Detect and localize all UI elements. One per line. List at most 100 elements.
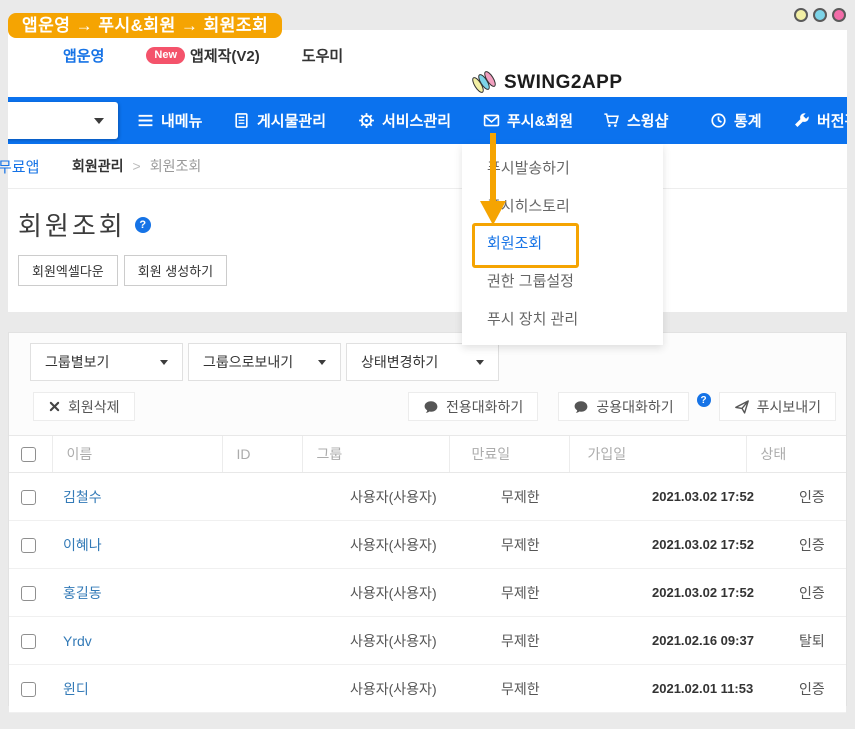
breadcrumb-separator: >: [133, 158, 141, 174]
cart-icon: [603, 112, 620, 129]
nav-item-service-manage[interactable]: 서비스관리: [358, 97, 451, 144]
cell-id: [222, 665, 302, 713]
header-link-app-manage[interactable]: 앱운영: [63, 45, 104, 66]
cell-group: 사용자(사용자): [302, 473, 449, 521]
member-excel-download-button[interactable]: 회원엑셀다운: [18, 255, 118, 286]
table-row: 김철수사용자(사용자)무제한2021.03.02 17:52인증: [9, 473, 846, 521]
member-name-link[interactable]: Yrdv: [63, 633, 92, 649]
cell-id: [222, 617, 302, 665]
row-checkbox[interactable]: [21, 490, 36, 505]
nav-item-label: 푸시&회원: [507, 110, 573, 131]
table-header-row: 이름 ID 그룹 만료일 가입일 상태: [9, 436, 846, 473]
document-icon: [233, 112, 250, 129]
swing2app-logo[interactable]: SWING2APP: [469, 70, 623, 96]
column-header-joined: 가입일: [569, 436, 746, 473]
private-chat-button[interactable]: 전용대화하기: [408, 392, 538, 421]
breadcrumb: 무료앱 회원관리 > 회원조회: [8, 144, 847, 189]
guide-path-badge: 앱운영 → 푸시&회원 → 회원조회: [8, 13, 282, 38]
menu-item-member-lookup[interactable]: 회원조회: [462, 234, 663, 254]
cell-status: 인증: [746, 665, 846, 713]
cell-id: [222, 473, 302, 521]
help-icon[interactable]: ?: [697, 393, 711, 407]
cell-id: [222, 569, 302, 617]
member-name-link[interactable]: 김철수: [63, 489, 102, 505]
window-dot-pink[interactable]: [832, 8, 846, 22]
header-link-app-build[interactable]: New 앱제작(V2): [146, 45, 259, 66]
main-navbar: 내메뉴 게시물관리 서비스관리 푸시&회원 스윙샵 통계 버전관리: [8, 97, 847, 144]
select-group-send[interactable]: 그룹으로보내기: [188, 343, 341, 381]
nav-item-label: 버전관리: [817, 110, 847, 131]
paper-plane-icon: [734, 399, 750, 415]
nav-item-label: 스윙샵: [627, 110, 668, 131]
header-link-app-build-label: 앱제작(V2): [190, 45, 260, 66]
breadcrumb-app-name[interactable]: 무료앱: [0, 156, 39, 177]
top-header: 앱운영 New 앱제작(V2) 도우미 SWING2APP: [8, 30, 847, 97]
member-list-panel: 그룹별보기 그룹으로보내기 상태변경하기 회원삭제 전용대화하기: [8, 332, 847, 706]
swing2app-feather-icon: [469, 70, 501, 96]
cell-id: [222, 521, 302, 569]
cell-joined: 2021.03.02 17:52: [569, 473, 746, 521]
app-select[interactable]: [8, 102, 118, 139]
row-checkbox[interactable]: [21, 538, 36, 553]
header-links: 앱운영 New 앱제작(V2) 도우미: [63, 45, 343, 66]
nav-item-version-manage[interactable]: 버전관리: [793, 97, 847, 144]
push-send-button[interactable]: 푸시보내기: [719, 392, 836, 421]
nav-item-swing-shop[interactable]: 스윙샵: [603, 97, 668, 144]
column-header-id: ID: [222, 436, 302, 473]
nav-item-push-member[interactable]: 푸시&회원: [483, 97, 573, 144]
chevron-down-icon: [94, 118, 104, 124]
member-name-link[interactable]: 윈디: [63, 681, 89, 697]
menu-item-push-history[interactable]: 푸시히스토리: [462, 197, 663, 217]
window-dot-cyan[interactable]: [813, 8, 827, 22]
mail-icon: [483, 112, 500, 129]
cell-status: 인증: [746, 569, 846, 617]
push-member-dropdown-menu: 푸시발송하기푸시히스토리회원조회권한 그룹설정푸시 장치 관리: [462, 144, 663, 345]
nav-item-my-menu[interactable]: 내메뉴: [137, 97, 202, 144]
column-header-name: 이름: [52, 436, 222, 473]
public-chat-button[interactable]: 공용대화하기: [558, 392, 688, 421]
member-delete-button[interactable]: 회원삭제: [33, 392, 135, 421]
menu-item-permission-group[interactable]: 권한 그룹설정: [462, 272, 663, 292]
cell-group: 사용자(사용자): [302, 617, 449, 665]
screenshot-root: 앱운영 New 앱제작(V2) 도우미 SWING2APP 내메뉴 게시물관리 서비…: [0, 0, 855, 729]
nav-item-label: 게시물관리: [257, 110, 326, 131]
help-icon[interactable]: ?: [135, 217, 151, 233]
select-group-view[interactable]: 그룹별보기: [30, 343, 183, 381]
select-all-checkbox[interactable]: [21, 447, 36, 462]
row-checkbox[interactable]: [21, 634, 36, 649]
breadcrumb-page: 회원조회: [150, 156, 202, 176]
chevron-down-icon: [318, 360, 326, 365]
column-header-status: 상태: [746, 436, 846, 473]
gear-icon: [358, 112, 375, 129]
select-value: 그룹으로보내기: [203, 352, 293, 372]
nav-item-stats[interactable]: 통계: [710, 97, 762, 144]
clock-icon: [710, 112, 727, 129]
row-checkbox[interactable]: [21, 586, 36, 601]
member-create-button[interactable]: 회원 생성하기: [124, 255, 227, 286]
cell-expire: 무제한: [449, 665, 569, 713]
breadcrumb-section: 회원관리: [72, 156, 124, 176]
select-status-change[interactable]: 상태변경하기: [346, 343, 499, 381]
member-name-link[interactable]: 이혜나: [63, 537, 102, 553]
action-row: 회원삭제 전용대화하기 공용대화하기 ?: [33, 392, 836, 421]
filter-row: 그룹별보기 그룹으로보내기 상태변경하기: [30, 343, 846, 381]
cell-joined: 2021.02.16 09:37: [569, 617, 746, 665]
member-name-link[interactable]: 홍길동: [63, 585, 102, 601]
header-link-helper[interactable]: 도우미: [302, 45, 343, 66]
cell-expire: 무제한: [449, 473, 569, 521]
row-checkbox[interactable]: [21, 682, 36, 697]
cell-status: 인증: [746, 521, 846, 569]
window-dot-yellow[interactable]: [794, 8, 808, 22]
cell-group: 사용자(사용자): [302, 521, 449, 569]
cell-joined: 2021.02.01 11:53: [569, 665, 746, 713]
wrench-icon: [793, 112, 810, 129]
nav-item-post-manage[interactable]: 게시물관리: [233, 97, 326, 144]
menu-item-push-send[interactable]: 푸시발송하기: [462, 159, 663, 179]
menu-item-push-device[interactable]: 푸시 장치 관리: [462, 310, 663, 330]
nav-item-label: 서비스관리: [382, 110, 451, 131]
select-value: 그룹별보기: [45, 352, 109, 372]
menu-icon: [137, 112, 154, 129]
chevron-down-icon: [160, 360, 168, 365]
new-badge: New: [146, 47, 185, 64]
cell-expire: 무제한: [449, 521, 569, 569]
